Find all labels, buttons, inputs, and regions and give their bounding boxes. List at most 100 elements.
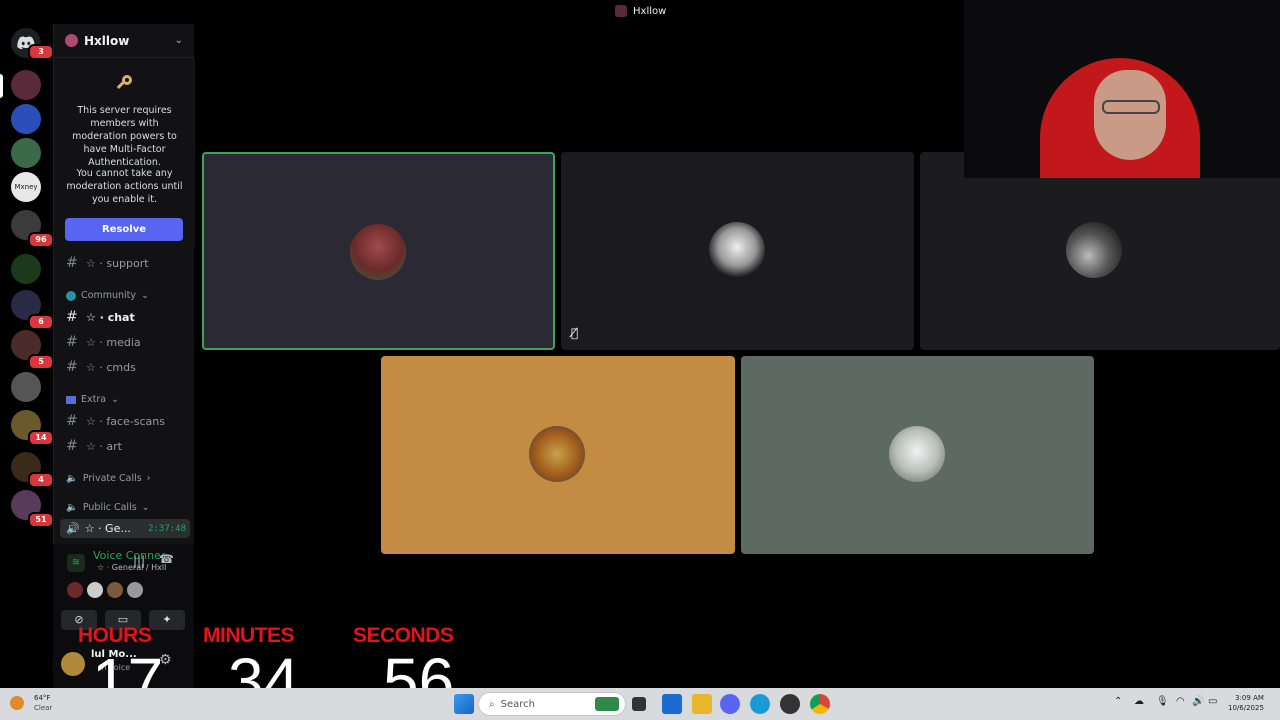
hash-icon: # [66,359,78,375]
server-header[interactable]: Hxllow ⌄ [54,24,194,58]
channel-media[interactable]: # ☆ · media [60,331,192,353]
hash-icon: # [66,309,78,325]
server-icon-2[interactable] [11,104,41,134]
avatar[interactable] [107,582,123,598]
home-badge: 3 [28,44,54,60]
speaker-icon: 🔈 [66,473,78,484]
category-extra[interactable]: Extra ⌄ [66,394,119,405]
mfa-notice-text: This server requires members with modera… [72,105,177,168]
avatar [1066,222,1122,278]
channel-art[interactable]: # ☆ · art [60,435,192,457]
globe-icon [66,290,76,301]
server-badge-5: 5 [28,354,54,370]
discord-taskbar-icon[interactable] [720,694,740,714]
app-icon[interactable] [780,694,800,714]
edge-icon[interactable] [750,694,770,714]
server-icon [65,34,78,47]
participant-tile-5[interactable] [741,356,1094,554]
chevron-down-icon: ⌄ [140,290,149,301]
mfa-notice: This server requires members with modera… [54,58,195,248]
signal-icon: ≋ [67,554,85,572]
channel-chat[interactable]: # ☆ · chat [60,306,192,328]
chrome-icon[interactable] [810,694,830,714]
category-private-calls[interactable]: 🔈 Private Calls › [66,473,150,484]
taskbar: 64°F Clear ⌕ Search ⌃ ☁ 🎙 ◠ 🔊 ▭ 3:09 AM … [0,688,1280,720]
chevron-down-icon[interactable]: ⌄ [175,35,183,46]
chevron-down-icon: ⌄ [111,394,120,405]
microphone-icon[interactable]: 🎙 [1156,696,1169,707]
start-icon[interactable] [454,694,474,714]
task-view-icon[interactable] [632,697,646,711]
window-title: Hxllow [615,5,666,17]
chevron-down-icon: ⌄ [141,502,150,513]
channel-general-voice[interactable]: 🔊 ☆ · Ge... 2:37:48 [60,519,190,538]
chevron-up-icon[interactable]: ⌃ [1114,696,1122,707]
activity-button[interactable]: ✦ [149,610,185,630]
server-icon [615,5,627,17]
speaker-active-icon: 🔊 [66,522,80,535]
voice-member-avatars [67,582,143,598]
avatar [529,426,585,482]
server-icon-6[interactable] [11,254,41,284]
active-server-pip [0,74,3,98]
participant-tile-2[interactable]: 🎙̸ [561,152,914,350]
channel-support[interactable]: # ☆ · support [60,252,192,274]
avatar [889,426,945,482]
store-icon[interactable] [662,694,682,714]
weather-icon [10,696,24,710]
volume-icon[interactable]: 🔊 [1192,696,1204,707]
wifi-icon[interactable]: ◠ [1176,696,1185,707]
mfa-notice-text-2: You cannot take any moderation actions u… [66,168,183,205]
glasses-icon [1102,100,1160,114]
webcam-overlay [964,0,1280,178]
avatar[interactable] [61,652,85,676]
avatar[interactable] [87,582,103,598]
server-badge-96: 96 [28,232,54,248]
avatar [709,222,765,278]
category-community[interactable]: Community ⌄ [66,290,149,301]
mic-muted-icon: 🎙̸ [571,326,579,340]
search-icon: ⌕ [489,698,495,710]
server-badge-14: 14 [28,430,54,446]
server-icon-4[interactable]: Mxney [11,172,41,202]
avatar[interactable] [67,582,83,598]
server-badge-4: 4 [28,472,54,488]
participant-tile-4[interactable] [381,356,735,554]
hash-icon: # [66,255,78,271]
file-explorer-icon[interactable] [692,694,712,714]
cloud-icon[interactable]: ☁ [1134,696,1144,707]
hash-icon: # [66,413,78,429]
participant-tile-3[interactable] [920,152,1280,350]
chevron-right-icon: › [146,473,151,484]
hash-icon: # [66,334,78,350]
voice-duration: 2:37:48 [148,523,186,534]
voice-location[interactable]: ☆ · General / Hxll... [97,563,167,572]
search-highlight-icon [595,697,619,711]
hash-icon: # [66,438,78,454]
avatar [350,224,406,280]
server-badge-6: 6 [28,314,54,330]
server-hxllow-icon[interactable] [11,70,41,100]
channel-cmds[interactable]: # ☆ · cmds [60,356,192,378]
screen: Hxllow 3 Mxney 96 6 5 14 4 51 Hxllow ⌄ T… [0,0,1280,720]
speaker-icon: 🔈 [66,502,78,513]
weather-widget[interactable]: 64°F Clear [6,692,62,716]
channel-face-scans[interactable]: # ☆ · face-scans [60,410,192,432]
server-icon-3[interactable] [11,138,41,168]
webcam-face [1094,70,1166,160]
noise-suppression-icon[interactable]: ||| [133,554,145,568]
voice-status[interactable]: Voice Connecte [93,549,165,562]
server-name: Hxllow [84,33,130,48]
flag-icon [66,395,76,404]
search-input[interactable]: ⌕ Search [478,692,626,716]
key-icon [116,75,132,89]
avatar[interactable] [127,582,143,598]
server-badge-51: 51 [28,512,54,528]
category-public-calls[interactable]: 🔈 Public Calls ⌄ [66,502,150,513]
system-clock[interactable]: 3:09 AM 10/6/2025 [1228,693,1264,713]
participant-tile-speaking[interactable] [202,152,555,350]
server-icon-9[interactable] [11,372,41,402]
battery-icon[interactable]: ▭ [1208,696,1217,707]
resolve-button[interactable]: Resolve [65,218,183,241]
disconnect-icon[interactable]: ☎ [159,552,174,566]
